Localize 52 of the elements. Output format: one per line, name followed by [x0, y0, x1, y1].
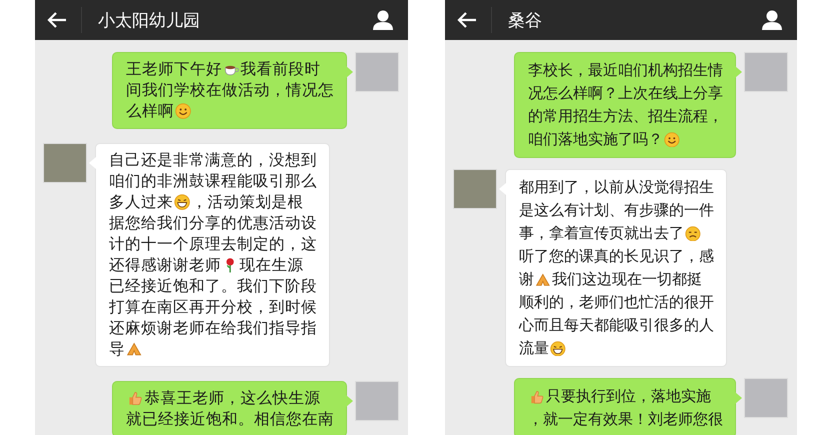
message-text: 多人过来 — [109, 192, 173, 213]
message-text: 只要执行到位，落地实施 — [546, 386, 711, 407]
avatar-photo-placeholder — [355, 381, 399, 421]
message-text: 么样啊 — [126, 101, 174, 122]
back-arrow-icon[interactable] — [47, 12, 67, 28]
message-text: 打算在南区再开分校，到时候 — [109, 297, 317, 318]
message-text: 计的十一个原理去制定的，这 — [109, 234, 317, 255]
person-icon[interactable] — [372, 9, 394, 31]
smiley-icon — [664, 132, 680, 148]
message-text: 流量 — [519, 338, 549, 359]
message-text: 现在生源 — [239, 255, 304, 276]
message-text: 导 — [109, 339, 125, 360]
message-text: 恭喜王老师，这么快生源 — [144, 388, 320, 409]
message-text: 就已经接近饱和。相信您在南 — [126, 409, 334, 430]
message-text: 据您给我们分享的优惠活动设 — [109, 213, 317, 234]
message-text: 王老师下午好 — [126, 59, 222, 80]
message-text: 顺利的，老师们也忙活的很开 — [519, 292, 714, 313]
message-text: 间我们学校在做活动，情况怎 — [126, 80, 334, 101]
avatar-photo-placeholder — [355, 52, 399, 92]
frowning-face-icon — [685, 226, 701, 242]
chat-title: 桑谷 — [508, 10, 543, 32]
message-text: 心而且每天都能吸引很多的人 — [519, 315, 714, 336]
message-text: 咱们的非洲鼓课程能吸引那么 — [109, 171, 317, 192]
message-text: 是这么有计划、有步骤的一件 — [519, 200, 714, 221]
message-text: 李校长，最近咱们机构招生情 — [528, 60, 723, 81]
grinning-face-icon — [174, 194, 190, 211]
message-text: 况怎么样啊？上次在线上分享 — [528, 83, 723, 104]
message-text: 还得感谢谢老师 — [109, 255, 221, 276]
message-text: 我看前段时 — [240, 59, 320, 80]
thumbs-up-icon — [127, 390, 144, 407]
message-text: 自己还是非常满意的，没想到 — [109, 150, 317, 171]
avatar-photo-placeholder — [453, 169, 497, 209]
avatar-photo-placeholder — [43, 143, 87, 183]
message-text: 都用到了，以前从没觉得招生 — [519, 177, 714, 198]
chat-title: 小太阳幼儿园 — [98, 10, 201, 32]
avatar-photo-placeholder — [744, 52, 788, 92]
grinning-face-icon — [550, 340, 566, 356]
message-text: ，活动策划是根 — [191, 192, 304, 213]
message-text: 还麻烦谢老师在给我们指导指 — [109, 318, 317, 339]
message-text: 的常用招生方法、招生流程， — [528, 106, 723, 127]
back-arrow-icon[interactable] — [457, 12, 477, 28]
message-text: 听了您的课真的长见识了，感 — [519, 246, 714, 267]
message-text: 谢 — [519, 269, 534, 290]
message-text: 我们这边现在一切都挺 — [552, 269, 702, 290]
avatar-photo-placeholder — [744, 378, 788, 418]
message-text: 咱们落地实施了吗？ — [528, 129, 663, 150]
smiley-icon — [175, 103, 192, 120]
thumbs-up-icon — [529, 388, 545, 404]
message-text: ，就一定有效果！刘老师您很 — [528, 409, 723, 430]
person-icon[interactable] — [761, 9, 783, 31]
message-text: 已经接近饱和了。我们下阶段 — [109, 276, 317, 297]
message-text: 事，拿着宣传页就出去了 — [519, 223, 684, 244]
